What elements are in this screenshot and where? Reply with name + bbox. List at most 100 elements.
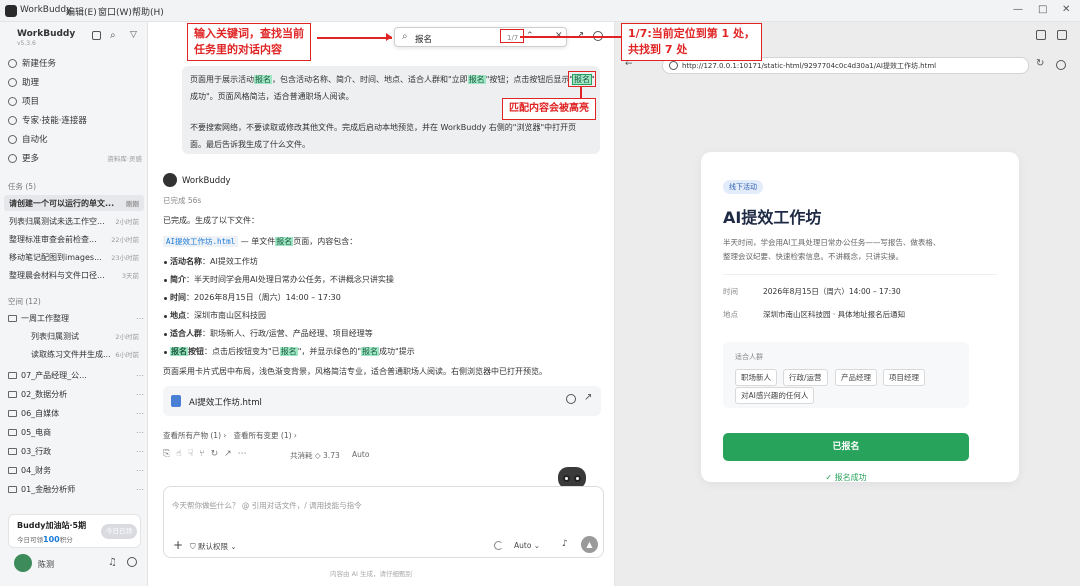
- open-external-icon[interactable]: ↗: [584, 392, 592, 403]
- permission-dropdown[interactable]: ⛉ 默认权限 ⌄: [190, 541, 237, 552]
- chat-input[interactable]: 今天帮你做些什么？ @ 引用对话文件，/ 调用技能与指令: [172, 500, 362, 511]
- time-label: 时间: [723, 287, 738, 296]
- browser-panel-icon[interactable]: [1057, 30, 1067, 40]
- registered-button[interactable]: 已报名: [723, 433, 969, 461]
- task-item[interactable]: 请创建一个可以运行的单文... 刚刚: [4, 195, 144, 211]
- nav-assistant[interactable]: 助理: [8, 75, 39, 89]
- space-group[interactable]: 06_自媒体 ⋯: [8, 408, 144, 419]
- refresh-icon[interactable]: ↻: [211, 449, 225, 459]
- search-input[interactable]: 报名: [415, 33, 432, 45]
- chat-input-box[interactable]: 今天帮你做些什么？ @ 引用对话文件，/ 调用技能与指令 + ⛉ 默认权限 ⌄ …: [163, 486, 604, 558]
- nav-project[interactable]: 项目: [8, 94, 39, 108]
- nav-expert[interactable]: 专家·技能·连接器: [8, 113, 87, 127]
- space-task-item[interactable]: 读取练习文件并生成... 6小时前: [26, 346, 144, 362]
- branch-icon[interactable]: ⑂: [199, 449, 210, 459]
- globe-icon[interactable]: [566, 394, 576, 404]
- bot-status[interactable]: 已完成 56s: [163, 195, 201, 206]
- space-group[interactable]: 05_电商 ⋯: [8, 427, 144, 438]
- space-group[interactable]: 04_财务 ⋯: [8, 465, 144, 476]
- task-item[interactable]: 移动笔记配图到images... 23小时前: [4, 249, 144, 265]
- version: v5.3.6: [17, 40, 36, 47]
- space-group[interactable]: 一周工作整理 ⋯: [8, 313, 144, 324]
- audience-tag: 对AI感兴趣的任何人: [735, 387, 815, 404]
- space-group[interactable]: 02_数据分析 ⋯: [8, 389, 144, 400]
- promo-card[interactable]: Buddy加油站·5期 今日可领100积分 今日已领: [8, 514, 141, 548]
- thumb-up-icon[interactable]: ☝: [176, 449, 187, 459]
- model-dropdown[interactable]: Auto ⌄: [514, 541, 540, 550]
- bell-icon[interactable]: ♫: [108, 557, 117, 568]
- nav-automation[interactable]: 自动化: [8, 132, 48, 146]
- annotation-highlight-tip: 匹配内容会被高亮: [502, 98, 596, 120]
- search-highlight: 报名: [279, 347, 298, 356]
- promo-claimed-button[interactable]: 今日已领: [101, 524, 137, 539]
- filter-icon[interactable]: ▽: [130, 30, 137, 40]
- audience-tag: 项目经理: [883, 369, 925, 386]
- annotation-highlight-box: [500, 29, 524, 43]
- user-message-line: 不要搜索网络，不要读取或修改其他文件。完成后启动本地预览，并在 WorkBudd…: [190, 123, 577, 132]
- menu-edit[interactable]: 编辑(E): [66, 5, 97, 18]
- space-group[interactable]: 03_行政 ⋯: [8, 446, 144, 457]
- automation-icon: [8, 134, 17, 144]
- search-icon[interactable]: ⌕: [110, 30, 116, 41]
- compass-icon[interactable]: [127, 557, 137, 567]
- arrow-head-icon: [386, 33, 392, 41]
- list-item: 地点：深圳市南山区科技园: [164, 311, 266, 320]
- user-message-line: 成功"。页面风格简洁，适合普通职场人阅读。: [190, 92, 354, 101]
- browser-layout-icon[interactable]: [1036, 30, 1046, 40]
- menu-help[interactable]: 帮助(H): [132, 5, 164, 18]
- assistant-icon: [8, 77, 17, 87]
- share-icon[interactable]: ↗: [224, 449, 238, 459]
- bot-avatar-icon: [163, 173, 177, 187]
- task-item[interactable]: 列表归属测试未选工作空... 2小时前: [4, 213, 144, 229]
- task-item[interactable]: 整理标准审查会前检查... 22小时前: [4, 231, 144, 247]
- minimize-button[interactable]: —: [1013, 4, 1023, 15]
- success-message: ✓ 报名成功: [825, 473, 867, 482]
- event-card: 线下活动 AI提效工作坊 半天时间，学会用AI工具处理日常办公任务——写报告、做…: [701, 152, 1019, 482]
- app-name: WorkBuddy: [20, 5, 72, 15]
- search-highlight: 报名: [170, 347, 188, 356]
- audience-box: 适合人群 职场新人 行政/运营 产品经理 项目经理 对AI感兴趣的任何人: [723, 342, 969, 408]
- send-button[interactable]: ▲: [581, 536, 598, 553]
- folder-icon: [8, 467, 17, 474]
- folder-icon: [8, 486, 17, 493]
- maximize-button[interactable]: □: [1038, 4, 1047, 15]
- ai-disclaimer: 内容由 AI 生成，请仔细甄别: [330, 570, 412, 578]
- space-group[interactable]: 01_金融分析师 ⋯: [8, 484, 144, 495]
- more-icon[interactable]: ⋯: [238, 449, 253, 459]
- thumb-down-icon[interactable]: ☟: [188, 449, 199, 459]
- close-window-button[interactable]: ✕: [1062, 4, 1070, 15]
- shield-icon: ⛉: [190, 542, 199, 551]
- reload-icon[interactable]: ↻: [1036, 58, 1044, 69]
- folder-icon: [8, 410, 17, 417]
- message-actions: ⎘☝☟⑂↻↗⋯: [163, 449, 253, 459]
- annotation-arrow: [580, 86, 582, 98]
- user-message-line: 面。最后告诉我生成了什么文件。: [190, 140, 310, 149]
- microphone-icon[interactable]: ♪: [562, 539, 568, 549]
- plus-icon[interactable]: +: [173, 538, 183, 552]
- search-highlight: 报名: [361, 347, 380, 356]
- task-item[interactable]: 整理晨会材料与文件口径... 3天前: [4, 267, 144, 283]
- copy-icon[interactable]: ⎘: [163, 449, 176, 459]
- avatar[interactable]: [14, 554, 32, 572]
- spaces-header[interactable]: 空间 (12): [8, 296, 41, 307]
- globe-icon[interactable]: [1056, 60, 1066, 70]
- time-value: 2026年8月15日（周六）14:00 – 17:30: [763, 287, 901, 296]
- artifacts-links[interactable]: 查看所有产物 (1) › 查看所有变更 (1) ›: [163, 430, 297, 441]
- tasks-header[interactable]: 任务 (5): [8, 181, 36, 192]
- event-badge: 线下活动: [723, 180, 763, 194]
- url-text[interactable]: http://127.0.0.1:10171/static-html/92977…: [682, 61, 936, 71]
- panel-toggle-icon[interactable]: [92, 31, 101, 40]
- app-window: WorkBuddy 编辑(E) 窗口(W) 帮助(H) — □ ✕ WorkBu…: [0, 0, 1080, 586]
- space-group[interactable]: 07_产品经理_公... ⋯: [8, 370, 144, 381]
- space-task-item[interactable]: 列表归属测试 2小时前: [26, 328, 144, 344]
- list-item: 活动名称：AI提效工作坊: [164, 257, 258, 266]
- nav-new-task[interactable]: 新建任务: [8, 56, 56, 70]
- nav-more[interactable]: 更多 资料库·灵感: [8, 151, 142, 165]
- list-item: 简介：半天时间学会用AI处理日常办公任务，不讲概念只讲实操: [164, 275, 394, 284]
- folder-icon: [8, 391, 17, 398]
- more-icon: [8, 153, 17, 163]
- menu-window[interactable]: 窗口(W): [98, 5, 132, 18]
- file-card[interactable]: AI提效工作坊.html ↗: [163, 386, 601, 416]
- file-link[interactable]: AI提效工作坊.html: [163, 236, 239, 247]
- event-intro: 半天时间，学会用AI工具处理日常办公任务——写报告、做表格、: [723, 238, 941, 247]
